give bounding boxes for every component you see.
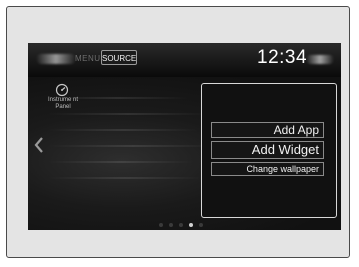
background-streak [48,145,218,147]
display-screen: MENU SOURCE 12:34 Instrume nt Panel Add … [28,43,341,230]
app-label-instrument-panel[interactable]: Instrume nt Panel [46,97,80,111]
background-streak [48,177,203,179]
add-widget-button[interactable]: Add Widget [211,141,324,159]
chevron-left-icon[interactable] [34,137,44,153]
gauge-icon[interactable] [55,83,69,97]
clock: 12:34 [257,47,308,68]
top-bar: MENU SOURCE 12:34 [28,43,341,77]
change-wallpaper-button[interactable]: Change wallpaper [211,162,324,176]
bar-highlight-right [306,55,334,64]
background-streak [48,161,193,163]
background-streak [48,129,198,131]
background-streak [48,113,208,115]
add-app-button[interactable]: Add App [211,122,324,138]
page-dot[interactable] [189,223,193,227]
page-dot[interactable] [169,223,173,227]
page-indicator [159,223,209,228]
source-button[interactable]: SOURCE [101,50,137,65]
page-dot[interactable] [199,223,203,227]
page-dot[interactable] [179,223,183,227]
page-dot[interactable] [159,223,163,227]
bar-highlight-left [36,54,76,64]
menu-button[interactable]: MENU [75,52,101,65]
